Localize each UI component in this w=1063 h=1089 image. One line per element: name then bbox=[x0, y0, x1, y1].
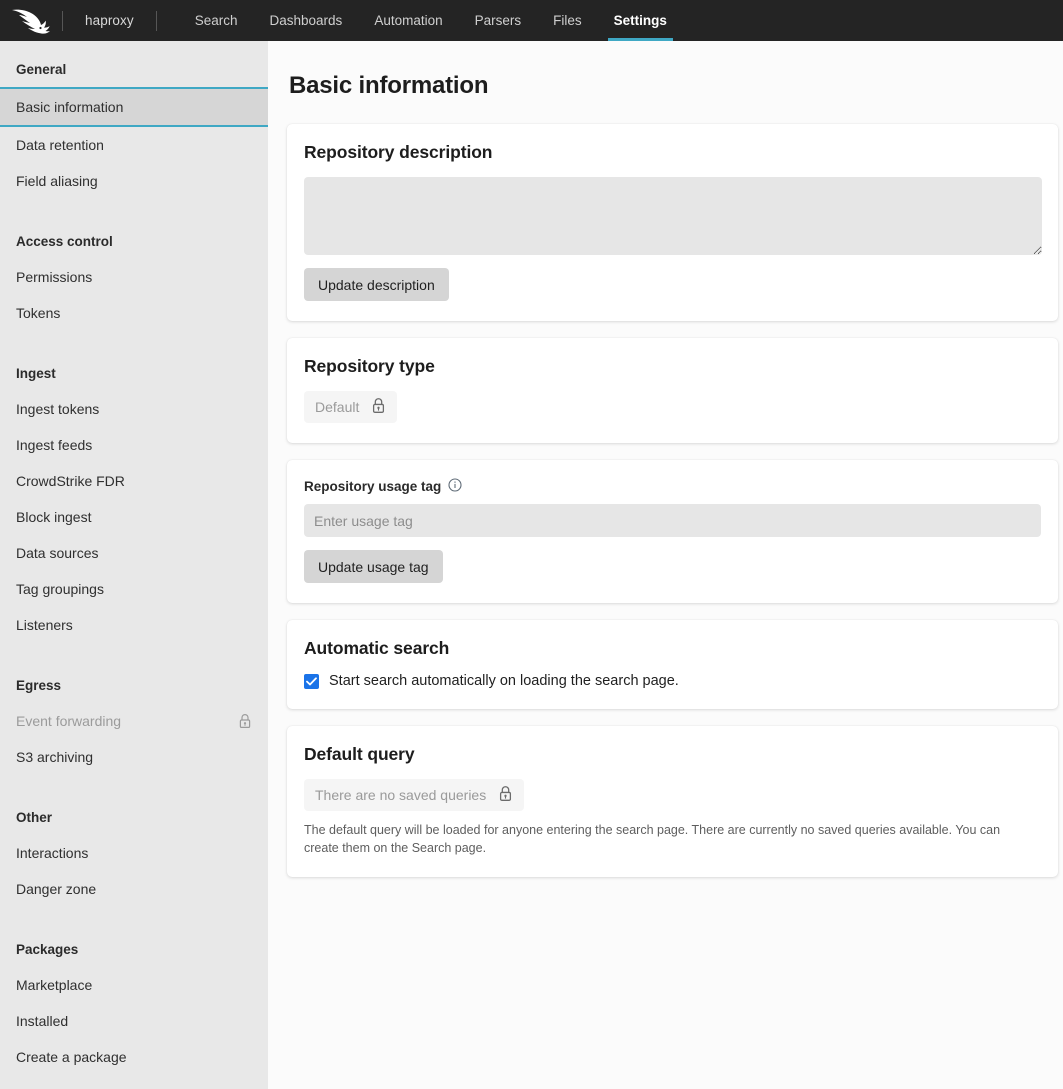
automatic-search-card: Automatic search Start search automatica… bbox=[287, 620, 1058, 709]
nav-item-search[interactable]: Search bbox=[179, 0, 254, 41]
repository-usage-tag-label-row: Repository usage tag bbox=[304, 478, 1041, 495]
repository-type-value: Default bbox=[315, 399, 359, 415]
default-query-value: There are no saved queries bbox=[315, 787, 486, 803]
primary-nav: Search Dashboards Automation Parsers Fil… bbox=[179, 0, 683, 41]
update-usage-tag-button[interactable]: Update usage tag bbox=[304, 550, 443, 583]
default-query-select: There are no saved queries bbox=[304, 779, 524, 811]
sidebar-item-data-retention[interactable]: Data retention bbox=[0, 127, 268, 163]
repository-description-textarea[interactable] bbox=[304, 177, 1042, 255]
repository-type-title: Repository type bbox=[304, 356, 1041, 377]
sidebar-spacer bbox=[0, 775, 268, 799]
sidebar-item-ingest-tokens[interactable]: Ingest tokens bbox=[0, 391, 268, 427]
sidebar-spacer bbox=[0, 199, 268, 223]
sidebar-item-basic-information[interactable]: Basic information bbox=[0, 87, 268, 127]
repository-description-title: Repository description bbox=[304, 142, 1041, 163]
content-spacer bbox=[268, 100, 1063, 124]
sidebar-item-s3-archiving[interactable]: S3 archiving bbox=[0, 739, 268, 775]
sidebar-item-ingest-feeds[interactable]: Ingest feeds bbox=[0, 427, 268, 463]
sidebar-group-egress: Egress bbox=[0, 667, 268, 703]
sidebar-group-packages: Packages bbox=[0, 931, 268, 967]
lock-icon bbox=[498, 785, 513, 805]
sidebar-item-field-aliasing[interactable]: Field aliasing bbox=[0, 163, 268, 199]
sidebar-spacer bbox=[0, 907, 268, 931]
sidebar-item-label: Data retention bbox=[16, 137, 104, 153]
sidebar-item-label: Tokens bbox=[16, 305, 60, 321]
sidebar-item-label: Event forwarding bbox=[16, 713, 121, 729]
sidebar-item-interactions[interactable]: Interactions bbox=[0, 835, 268, 871]
sidebar-item-listeners[interactable]: Listeners bbox=[0, 607, 268, 643]
sidebar-item-data-sources[interactable]: Data sources bbox=[0, 535, 268, 571]
sidebar-item-marketplace[interactable]: Marketplace bbox=[0, 967, 268, 1003]
sidebar-item-danger-zone[interactable]: Danger zone bbox=[0, 871, 268, 907]
sidebar-item-label: Ingest tokens bbox=[16, 401, 99, 417]
repository-usage-tag-input[interactable] bbox=[304, 504, 1041, 537]
main-content: Basic information Repository description… bbox=[268, 41, 1063, 1089]
sidebar-item-permissions[interactable]: Permissions bbox=[0, 259, 268, 295]
sidebar-item-tag-groupings[interactable]: Tag groupings bbox=[0, 571, 268, 607]
repository-type-card: Repository type Default bbox=[287, 338, 1058, 443]
repository-type-select: Default bbox=[304, 391, 397, 423]
sidebar-item-create-a-package[interactable]: Create a package bbox=[0, 1039, 268, 1075]
sidebar-item-tokens[interactable]: Tokens bbox=[0, 295, 268, 331]
update-description-button[interactable]: Update description bbox=[304, 268, 449, 301]
automatic-search-checkbox-label[interactable]: Start search automatically on loading th… bbox=[329, 673, 679, 689]
repository-name-label[interactable]: haproxy bbox=[63, 13, 156, 28]
automatic-search-row: Start search automatically on loading th… bbox=[304, 673, 1041, 689]
sidebar-item-label: Danger zone bbox=[16, 881, 96, 897]
sidebar-item-label: Ingest feeds bbox=[16, 437, 92, 453]
sidebar-item-label: Tag groupings bbox=[16, 581, 104, 597]
info-icon[interactable] bbox=[448, 478, 462, 495]
default-query-card: Default query There are no saved queries… bbox=[287, 726, 1058, 877]
settings-sidebar: General Basic information Data retention… bbox=[0, 41, 268, 1089]
sidebar-item-installed[interactable]: Installed bbox=[0, 1003, 268, 1039]
sidebar-spacer bbox=[0, 643, 268, 667]
sidebar-item-label: Field aliasing bbox=[16, 173, 98, 189]
page-title: Basic information bbox=[289, 72, 1063, 100]
sidebar-item-label: Marketplace bbox=[16, 977, 92, 993]
lock-icon bbox=[238, 713, 252, 729]
sidebar-item-block-ingest[interactable]: Block ingest bbox=[0, 499, 268, 535]
automatic-search-checkbox[interactable] bbox=[304, 674, 319, 689]
nav-item-settings[interactable]: Settings bbox=[598, 0, 683, 41]
repository-description-card: Repository description Update descriptio… bbox=[287, 124, 1058, 321]
sidebar-item-label: Basic information bbox=[16, 99, 123, 115]
sidebar-item-label: Block ingest bbox=[16, 509, 91, 525]
sidebar-item-label: Interactions bbox=[16, 845, 88, 861]
sidebar-group-access-control: Access control bbox=[0, 223, 268, 259]
sidebar-group-ingest: Ingest bbox=[0, 355, 268, 391]
nav-item-automation[interactable]: Automation bbox=[358, 0, 458, 41]
repository-usage-tag-label: Repository usage tag bbox=[304, 479, 441, 494]
nav-item-files[interactable]: Files bbox=[537, 0, 598, 41]
default-query-title: Default query bbox=[304, 744, 1041, 765]
crowdstrike-falcon-logo-icon[interactable] bbox=[0, 0, 62, 41]
sidebar-item-label: Listeners bbox=[16, 617, 73, 633]
sidebar-item-label: Installed bbox=[16, 1013, 68, 1029]
header-divider-right bbox=[156, 11, 157, 31]
default-query-helper-text: The default query will be loaded for any… bbox=[304, 821, 1024, 857]
repository-usage-tag-card: Repository usage tag Update usage tag bbox=[287, 460, 1058, 603]
nav-item-dashboards[interactable]: Dashboards bbox=[254, 0, 359, 41]
sidebar-group-general: General bbox=[0, 51, 268, 87]
nav-item-parsers[interactable]: Parsers bbox=[459, 0, 538, 41]
sidebar-item-crowdstrike-fdr[interactable]: CrowdStrike FDR bbox=[0, 463, 268, 499]
sidebar-item-label: S3 archiving bbox=[16, 749, 93, 765]
lock-icon bbox=[371, 397, 386, 417]
sidebar-item-event-forwarding[interactable]: Event forwarding bbox=[0, 703, 268, 739]
top-navigation-bar: haproxy Search Dashboards Automation Par… bbox=[0, 0, 1063, 41]
sidebar-item-label: Permissions bbox=[16, 269, 92, 285]
sidebar-spacer bbox=[0, 331, 268, 355]
automatic-search-title: Automatic search bbox=[304, 638, 1041, 659]
sidebar-item-label: Data sources bbox=[16, 545, 98, 561]
sidebar-item-label: Create a package bbox=[16, 1049, 127, 1065]
sidebar-group-other: Other bbox=[0, 799, 268, 835]
sidebar-item-label: CrowdStrike FDR bbox=[16, 473, 125, 489]
sidebar-spacer bbox=[0, 41, 268, 51]
